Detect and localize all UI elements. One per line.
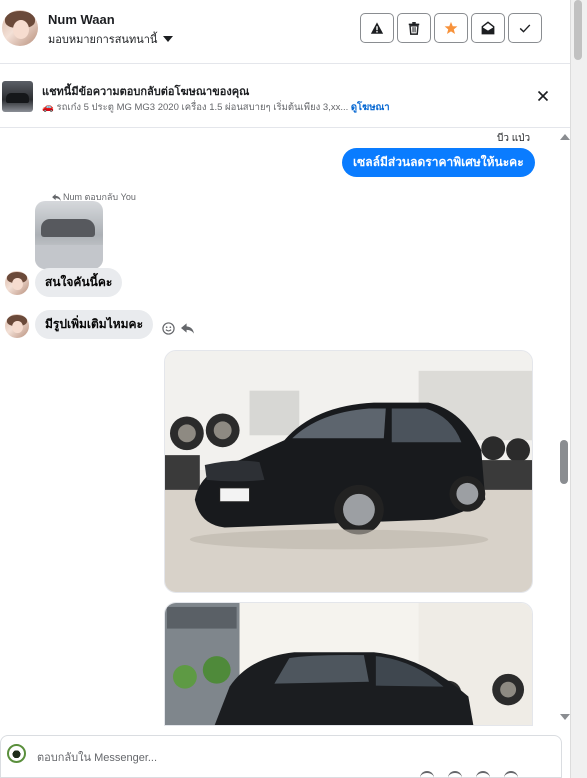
star-icon <box>444 21 458 34</box>
car-photo-2[interactable] <box>164 602 533 726</box>
outgoing-message[interactable]: เซลล์มีส่วนลดราคาพิเศษให้นะคะ <box>342 148 535 177</box>
ad-thumbnail[interactable] <box>2 81 33 112</box>
car-photo-image <box>165 351 532 592</box>
car-photo-image <box>165 603 532 725</box>
replied-ad-image[interactable] <box>35 201 103 269</box>
trash-icon <box>408 22 420 35</box>
header-actions <box>360 13 542 43</box>
scroll-down-arrow-icon[interactable] <box>560 714 570 720</box>
mark-done-button[interactable] <box>508 13 542 43</box>
assign-label: มอบหมายการสนทนานี้ <box>48 34 158 46</box>
scroll-up-arrow-icon[interactable] <box>560 134 570 140</box>
emoji-icon[interactable] <box>448 771 462 778</box>
window-scroll-track[interactable] <box>570 0 587 778</box>
window-scroll-thumb[interactable] <box>574 0 582 60</box>
incoming-message[interactable]: มีรูปเพิ่มเติมไหมคะ <box>35 310 154 339</box>
caret-down-icon <box>163 36 174 42</box>
envelope-open-icon <box>481 21 495 35</box>
message-input[interactable]: ตอบกลับใน Messenger... <box>37 748 157 766</box>
incoming-message[interactable]: สนใจคันนี้คะ <box>35 268 123 297</box>
contact-name[interactable]: Num Waan <box>48 12 115 27</box>
saved-reply-icon[interactable] <box>476 771 490 778</box>
conversation-header: Num Waan มอบหมายการสนทนานี้ <box>0 0 570 64</box>
more-icon[interactable] <box>504 771 518 778</box>
chat-scroll-track[interactable] <box>557 130 570 730</box>
car-photo-1[interactable] <box>164 350 533 593</box>
ad-description: 🚗 รถเก๋ง 5 ประตู MG MG3 2020 เครื่อง 1.5… <box>42 102 349 113</box>
reply-icon[interactable] <box>181 323 194 334</box>
view-ad-link[interactable]: ดูโฆษณา <box>351 102 390 113</box>
seen-by-label: บีว แป่ว <box>497 133 531 144</box>
mark-unread-button[interactable] <box>471 13 505 43</box>
contact-avatar[interactable] <box>2 10 38 46</box>
chat-scroll-thumb[interactable] <box>560 440 568 484</box>
star-button[interactable] <box>434 13 468 43</box>
delete-button[interactable] <box>397 13 431 43</box>
warning-icon <box>370 22 384 34</box>
close-icon[interactable] <box>535 88 551 104</box>
attachment-icon[interactable] <box>420 771 434 778</box>
composer-toolbar <box>420 771 518 778</box>
sender-avatar[interactable] <box>5 314 29 338</box>
sender-avatar[interactable] <box>5 271 29 295</box>
ad-banner-subtitle: 🚗 รถเก๋ง 5 ประตู MG MG3 2020 เครื่อง 1.5… <box>42 100 390 115</box>
report-spam-button[interactable] <box>360 13 394 43</box>
react-smile-icon[interactable] <box>162 322 175 335</box>
check-icon <box>519 24 531 33</box>
page-logo-icon <box>7 744 26 763</box>
assign-conversation-dropdown[interactable]: มอบหมายการสนทนานี้ <box>48 30 174 48</box>
reply-arrow-icon <box>52 193 61 201</box>
ad-banner-title: แชทนี้มีข้อความตอบกลับต่อโฆษณาของคุณ <box>42 86 250 98</box>
